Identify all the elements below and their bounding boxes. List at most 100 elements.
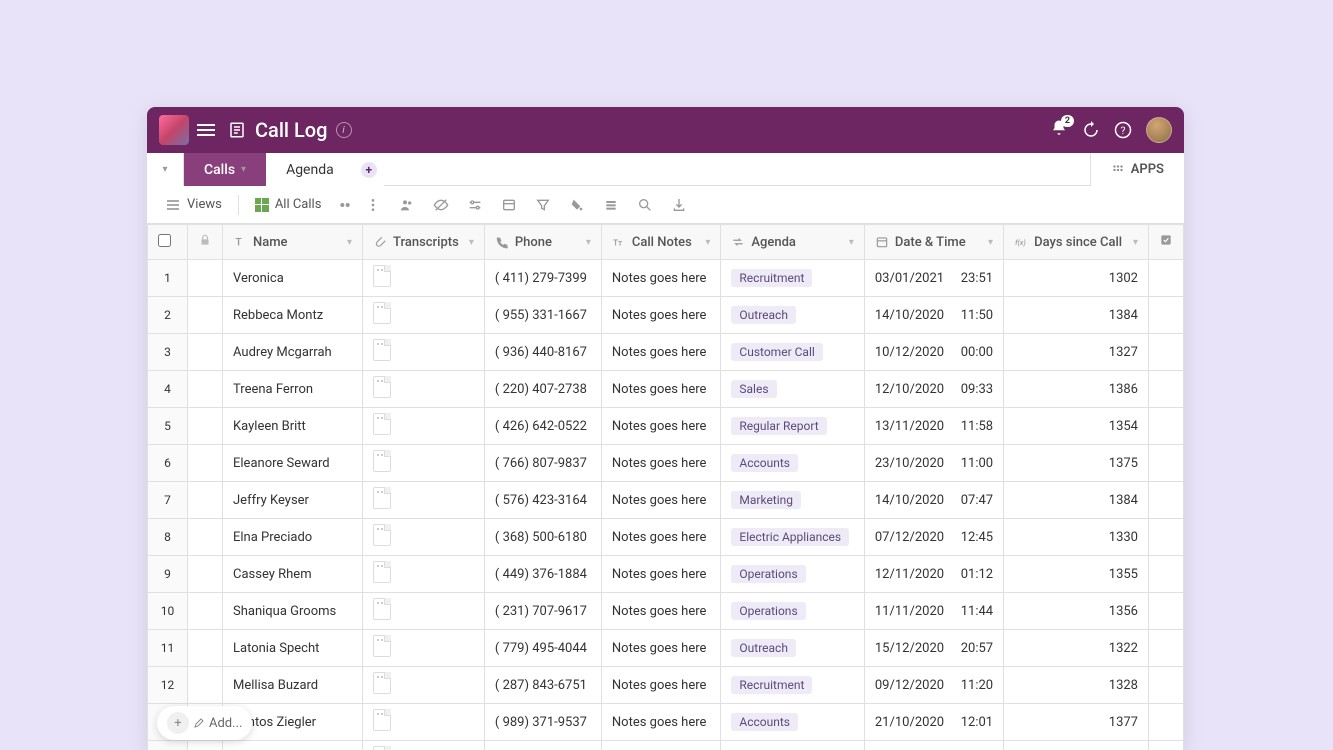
transcript-cell[interactable] xyxy=(363,519,485,556)
date-cell[interactable]: 23/10/202011:00 xyxy=(864,445,1003,482)
col-phone[interactable]: Phone▾ xyxy=(484,225,601,260)
history-icon[interactable] xyxy=(1082,121,1100,139)
table-row[interactable]: 3 Audrey Mcgarrah ( 936) 440-8167 Notes … xyxy=(148,334,1184,371)
transcript-cell[interactable] xyxy=(363,334,485,371)
add-row-button[interactable]: + Add... xyxy=(157,706,252,740)
agenda-cell[interactable]: Accounts xyxy=(721,445,864,482)
phone-cell[interactable]: ( 411) 279-7399 xyxy=(484,260,601,297)
paint-icon[interactable] xyxy=(569,197,585,213)
phone-cell[interactable]: ( 955) 331-1667 xyxy=(484,297,601,334)
table-row[interactable]: 7 Jeffry Keyser ( 576) 423-3164 Notes go… xyxy=(148,482,1184,519)
extra-cell[interactable] xyxy=(1149,630,1184,667)
transcript-cell[interactable] xyxy=(363,482,485,519)
table-row[interactable]: 14 Shelba Bermeo ( 423) 271-0262 Notes g… xyxy=(148,741,1184,750)
table-scroll[interactable]: TName▾ Transcripts▾ Phone▾ TтCall Notes▾… xyxy=(147,224,1184,750)
date-cell[interactable]: 11/11/202011:44 xyxy=(864,593,1003,630)
table-row[interactable]: 8 Elna Preciado ( 368) 500-6180 Notes go… xyxy=(148,519,1184,556)
name-cell[interactable]: Latonia Specht xyxy=(223,630,363,667)
transcript-cell[interactable] xyxy=(363,371,485,408)
notes-cell[interactable]: Notes goes here xyxy=(601,556,721,593)
name-cell[interactable]: Jeffry Keyser xyxy=(223,482,363,519)
name-cell[interactable]: Rebbeca Montz xyxy=(223,297,363,334)
extra-cell[interactable] xyxy=(1149,741,1184,750)
transcript-cell[interactable] xyxy=(363,445,485,482)
views-button[interactable]: Views xyxy=(157,193,230,217)
table-row[interactable]: 4 Treena Ferron ( 220) 407-2738 Notes go… xyxy=(148,371,1184,408)
table-row[interactable]: 6 Eleanore Seward ( 766) 807-9837 Notes … xyxy=(148,445,1184,482)
notifications-button[interactable]: 2 xyxy=(1050,119,1068,141)
phone-cell[interactable]: ( 576) 423-3164 xyxy=(484,482,601,519)
notes-cell[interactable]: Notes goes here xyxy=(601,593,721,630)
table-row[interactable]: 13 Santos Ziegler ( 989) 371-9537 Notes … xyxy=(148,704,1184,741)
share-icon[interactable] xyxy=(337,197,353,213)
agenda-cell[interactable]: Regular Report xyxy=(721,741,864,750)
extra-cell[interactable] xyxy=(1149,519,1184,556)
table-row[interactable]: 1 Veronica ( 411) 279-7399 Notes goes he… xyxy=(148,260,1184,297)
filter-icon[interactable] xyxy=(535,197,551,213)
date-cell[interactable]: 21/10/202012:01 xyxy=(864,704,1003,741)
phone-cell[interactable]: ( 779) 495-4044 xyxy=(484,630,601,667)
transcript-cell[interactable] xyxy=(363,408,485,445)
transcript-cell[interactable] xyxy=(363,297,485,334)
agenda-cell[interactable]: Electric Appliances xyxy=(721,519,864,556)
menu-icon[interactable] xyxy=(197,124,215,136)
extra-cell[interactable] xyxy=(1149,593,1184,630)
date-cell[interactable]: 14/10/202011:50 xyxy=(864,297,1003,334)
phone-cell[interactable]: ( 368) 500-6180 xyxy=(484,519,601,556)
date-cell[interactable]: 12/11/202001:12 xyxy=(864,556,1003,593)
notes-cell[interactable]: Notes goes here xyxy=(601,704,721,741)
col-agenda[interactable]: Agenda▾ xyxy=(721,225,864,260)
extra-cell[interactable] xyxy=(1149,667,1184,704)
col-transcripts[interactable]: Transcripts▾ xyxy=(363,225,485,260)
name-cell[interactable]: Kayleen Britt xyxy=(223,408,363,445)
phone-cell[interactable]: ( 231) 707-9617 xyxy=(484,593,601,630)
table-row[interactable]: 11 Latonia Specht ( 779) 495-4044 Notes … xyxy=(148,630,1184,667)
agenda-cell[interactable]: Accounts xyxy=(721,704,864,741)
extra-cell[interactable] xyxy=(1149,482,1184,519)
agenda-cell[interactable]: Customer Call xyxy=(721,334,864,371)
agenda-cell[interactable]: Outreach xyxy=(721,630,864,667)
add-tab-button[interactable]: + xyxy=(354,153,384,186)
name-cell[interactable]: Treena Ferron xyxy=(223,371,363,408)
name-cell[interactable]: Veronica xyxy=(223,260,363,297)
notes-cell[interactable]: Notes goes here xyxy=(601,260,721,297)
notes-cell[interactable]: Notes goes here xyxy=(601,297,721,334)
col-name[interactable]: TName▾ xyxy=(223,225,363,260)
tabs-dropdown[interactable]: ▾ xyxy=(147,153,184,186)
agenda-cell[interactable]: Sales xyxy=(721,371,864,408)
notes-cell[interactable]: Notes goes here xyxy=(601,741,721,750)
transcript-cell[interactable] xyxy=(363,741,485,750)
notes-cell[interactable]: Notes goes here xyxy=(601,667,721,704)
view-selector[interactable]: All Calls xyxy=(247,193,330,216)
select-all-checkbox[interactable] xyxy=(158,234,171,247)
name-cell[interactable]: Audrey Mcgarrah xyxy=(223,334,363,371)
card-icon[interactable] xyxy=(501,197,517,213)
extra-cell[interactable] xyxy=(1149,334,1184,371)
transcript-cell[interactable] xyxy=(363,593,485,630)
agenda-cell[interactable]: Regular Report xyxy=(721,408,864,445)
agenda-cell[interactable]: Outreach xyxy=(721,297,864,334)
name-cell[interactable]: Cassey Rhem xyxy=(223,556,363,593)
hide-icon[interactable] xyxy=(433,197,449,213)
notes-cell[interactable]: Notes goes here xyxy=(601,445,721,482)
phone-cell[interactable]: ( 936) 440-8167 xyxy=(484,334,601,371)
info-icon[interactable]: i xyxy=(336,122,352,138)
agenda-cell[interactable]: Operations xyxy=(721,556,864,593)
date-cell[interactable]: 07/12/202012:45 xyxy=(864,519,1003,556)
phone-cell[interactable]: ( 287) 843-6751 xyxy=(484,667,601,704)
table-row[interactable]: 12 Mellisa Buzard ( 287) 843-6751 Notes … xyxy=(148,667,1184,704)
date-cell[interactable]: 12/10/202009:33 xyxy=(864,371,1003,408)
phone-cell[interactable]: ( 766) 807-9837 xyxy=(484,445,601,482)
extra-cell[interactable] xyxy=(1149,445,1184,482)
date-cell[interactable]: 03/01/202123:51 xyxy=(864,260,1003,297)
table-row[interactable]: 2 Rebbeca Montz ( 955) 331-1667 Notes go… xyxy=(148,297,1184,334)
notes-cell[interactable]: Notes goes here xyxy=(601,371,721,408)
name-cell[interactable]: Shelba Bermeo xyxy=(223,741,363,750)
agenda-cell[interactable]: Operations xyxy=(721,593,864,630)
people-icon[interactable] xyxy=(399,197,415,213)
date-cell[interactable]: 15/12/202020:57 xyxy=(864,630,1003,667)
transcript-cell[interactable] xyxy=(363,260,485,297)
row-height-icon[interactable] xyxy=(603,197,619,213)
phone-cell[interactable]: ( 220) 407-2738 xyxy=(484,371,601,408)
date-cell[interactable]: 09/12/202011:20 xyxy=(864,667,1003,704)
